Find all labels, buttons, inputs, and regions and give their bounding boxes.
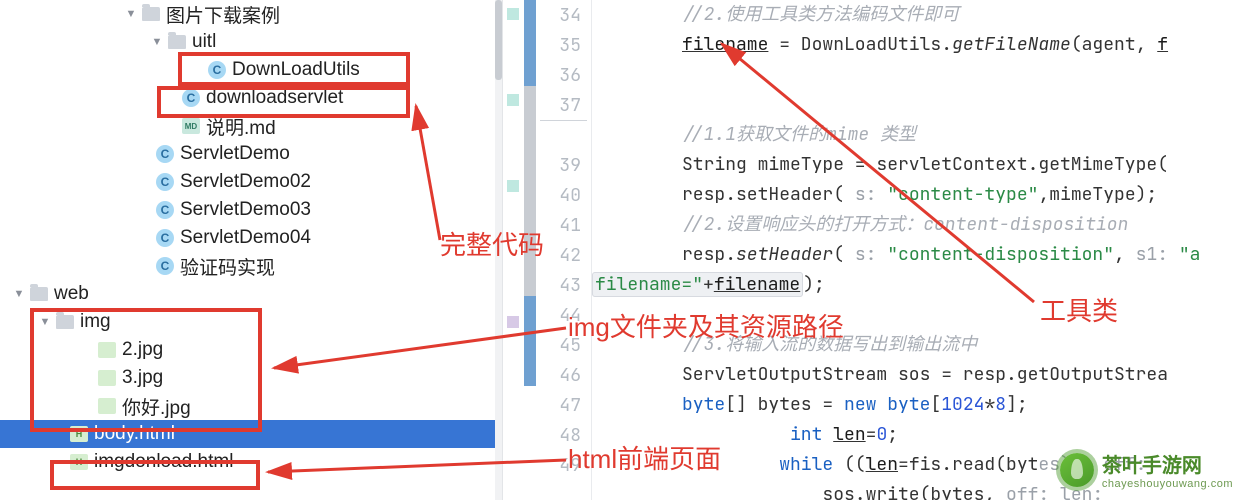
tree-item-label: 3.jpg [122,367,163,389]
tree-row[interactable]: Cdownloadservlet [0,84,495,112]
code-line [682,60,1243,90]
chevron-down-icon: ▼ [12,287,26,301]
gutter-line: 35 [536,30,591,60]
jpg-icon [98,342,116,358]
jpg-icon [98,370,116,386]
site-logo: 茶叶手游网 chayeshouyouwang.com [1060,449,1233,490]
class-icon: C [182,89,200,107]
gutter-line: 48 [536,420,591,450]
tree-row[interactable]: ▼ 图片下载案例 [0,0,495,28]
gutter-line: 43 [536,270,591,300]
gutter-line: 45 [536,330,591,360]
gutter-line: 39 [536,150,591,180]
gutter-line: 49 [536,450,591,480]
project-tree[interactable]: ▼图片下载案例▼uitlCDownLoadUtilsCdownloadservl… [0,0,495,500]
class-icon: C [156,229,174,247]
code-line: resp.setHeader( s: "content-type",mimeTy… [682,180,1243,210]
code-line: String mimeType = servletContext.getMime… [682,150,1243,180]
md-icon: MD [182,118,200,134]
chevron-down-icon: ▼ [124,7,138,21]
gutter-line: 37 [536,90,591,120]
tree-row[interactable]: 3.jpg [0,364,495,392]
gutter-line: 34 [536,0,591,30]
code-line: ServletOutputStream sos = resp.getOutput… [682,360,1243,390]
chevron-down-icon: ▼ [38,315,52,329]
editor-panel: 34353637 3940414243444546474849 //2.使用工具类… [536,0,1243,500]
tree-row[interactable]: MD 说明.md [0,112,495,140]
code-line: int len=0; [682,420,1243,450]
tree-item-label: DownLoadUtils [232,59,360,81]
tree-row[interactable]: C ServletDemo04 [0,224,495,252]
tree-item-label: 2.jpg [122,339,163,361]
tree-item-label: imgdonload.html [94,451,233,473]
folder-icon [142,7,160,21]
tree-item-label: downloadservlet [206,87,343,109]
code-line: //3.将输入流的数据写出到输出流中 [682,330,1243,360]
code-line: //2.设置响应头的打开方式：content-disposition [682,210,1243,240]
folder-icon [168,35,186,49]
divider-strip [502,0,536,500]
tree-row[interactable]: C ServletDemo [0,140,495,168]
folder-icon [30,287,48,301]
html-icon: H [70,454,88,470]
tree-item-label: ServletDemo04 [180,227,311,249]
tree-item-label: web [54,283,89,305]
tree-item-label: uitl [192,31,216,53]
class-icon: C [156,173,174,191]
tree-row[interactable]: C ServletDemo02 [0,168,495,196]
tree-row[interactable]: Himgdonload.html [0,448,495,476]
tree-item-label: img [80,311,111,333]
class-icon: C [208,61,226,79]
code-line: filename = DownLoadUtils.getFileName(age… [682,30,1243,60]
tree-row[interactable]: C 验证码实现 [0,252,495,280]
tree-item-label: 说明.md [206,113,276,140]
tree-item-label: ServletDemo03 [180,199,311,221]
tree-row[interactable]: 你好.jpg [0,392,495,420]
tree-row[interactable]: ▼ uitl [0,28,495,56]
gutter-line: 41 [536,210,591,240]
gutter-line [536,120,591,150]
code-line: //1.1获取文件的mime 类型 [682,120,1243,150]
logo-text-1: 茶叶手游网 [1102,449,1233,478]
chevron-down-icon: ▼ [150,35,164,49]
html-icon: H [70,426,88,442]
jpg-icon [98,398,116,414]
tree-row[interactable]: ▼ web [0,280,495,308]
code-line [682,300,1243,330]
tree-item-label: ServletDemo [180,143,290,165]
tree-row[interactable]: Hbody.html [0,420,495,448]
tree-item-label: 图片下载案例 [166,1,280,28]
tree-item-label: 你好.jpg [122,393,191,420]
gutter-line: 36 [536,60,591,90]
tree-row[interactable]: C DownLoadUtils [0,56,495,84]
tree-row[interactable]: C ServletDemo03 [0,196,495,224]
folder-icon [56,315,74,329]
class-icon: C [156,145,174,163]
editor-code[interactable]: //2.使用工具类方法编码文件即可filename = DownLoadUtil… [592,0,1243,500]
code-line: //2.使用工具类方法编码文件即可 [682,0,1243,30]
class-icon: C [156,257,174,275]
editor-gutter: 34353637 3940414243444546474849 [536,0,592,500]
gutter-line: 44 [536,300,591,330]
gutter-line: 42 [536,240,591,270]
tree-row[interactable]: ▼ img [0,308,495,336]
tree-item-label: ServletDemo02 [180,171,311,193]
project-tree-panel: ▼图片下载案例▼uitlCDownLoadUtilsCdownloadservl… [0,0,502,500]
code-line: byte[] bytes = new byte[1024*8]; [682,390,1243,420]
tree-row[interactable]: 2.jpg [0,336,495,364]
tree-item-label: 验证码实现 [180,253,275,280]
tree-item-label: body.html [94,423,175,445]
code-line [682,90,1243,120]
gutter-line: 47 [536,390,591,420]
class-icon: C [156,201,174,219]
gutter-line: 40 [536,180,591,210]
logo-text-2: chayeshouyouwang.com [1102,478,1233,490]
tree-scrollbar[interactable] [495,0,502,500]
gutter-line: 46 [536,360,591,390]
leaf-icon [1060,453,1094,487]
